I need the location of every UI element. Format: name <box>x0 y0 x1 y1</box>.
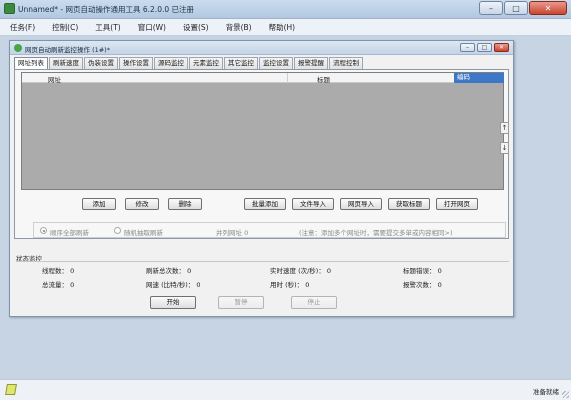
menu-background[interactable]: 背景(B) <box>226 22 252 33</box>
parallel-urls: 并列网址 0 <box>216 229 249 237</box>
resize-grip-icon[interactable] <box>562 391 569 398</box>
add-button[interactable]: 添加 <box>82 198 116 210</box>
status-ready-text: 准备就绪 <box>533 388 559 396</box>
tab-element-monitor[interactable]: 元素监控 <box>189 57 223 69</box>
url-table[interactable]: 网址 标题 编码 <box>21 72 504 190</box>
start-button[interactable]: 开始 <box>150 296 196 309</box>
fetch-title-button[interactable]: 获取标题 <box>388 198 430 210</box>
column-title[interactable]: 标题 <box>317 74 330 84</box>
column-url[interactable]: 网址 <box>48 74 61 84</box>
pencil-icon <box>5 384 17 395</box>
pause-button[interactable]: 暂停 <box>218 296 264 309</box>
tab-refresh-speed[interactable]: 刷新速度 <box>49 57 83 69</box>
menu-settings[interactable]: 设置(S) <box>183 22 209 33</box>
menu-task[interactable]: 任务(F) <box>10 22 35 33</box>
stat-refresh-total: 刷新总次数： 0 <box>146 267 192 275</box>
app-icon <box>4 3 15 14</box>
maximize-button[interactable]: □ <box>504 1 528 15</box>
hint-text: (注意：添加多个网址时，需要提交多单或内容相同>) <box>299 229 453 237</box>
table-header: 网址 标题 编码 <box>22 73 504 84</box>
stop-button[interactable]: 停止 <box>291 296 337 309</box>
stat-alerts: 报警次数： 0 <box>403 281 442 289</box>
menubar: 任务(F) 控制(C) 工具(T) 窗口(W) 设置(S) 背景(B) 帮助(H… <box>0 19 571 36</box>
batch-add-button[interactable]: 批量添加 <box>244 198 286 210</box>
radio-sequential[interactable] <box>40 227 47 234</box>
web-import-button[interactable]: 网页导入 <box>340 198 382 210</box>
app-titlebar[interactable]: Unnamed* - 网页自动操作通用工具 6.2.0.0 已注册 – □ ✕ <box>0 0 571 19</box>
edit-button[interactable]: 修改 <box>125 198 159 210</box>
column-divider <box>287 73 288 83</box>
divider <box>16 261 509 262</box>
stat-threads: 线程数： 0 <box>42 267 75 275</box>
window-controls: – □ ✕ <box>479 1 567 15</box>
monitor-task-window: 网页自动刷新监控操作 (1#)* – □ ✕ 网址列表 刷新速度 伪装设置 操作… <box>9 40 514 317</box>
label-random: 随机抽取刷新 <box>124 229 163 237</box>
menu-help[interactable]: 帮助(H) <box>269 22 296 33</box>
delete-button[interactable]: 删除 <box>168 198 202 210</box>
tab-flow-control[interactable]: 流程控制 <box>329 57 363 69</box>
url-list-panel: 网址 标题 编码 ↑ ↓ 添加 修改 删除 批量添加 文件导入 网页导入 获取标… <box>14 69 509 239</box>
open-page-button[interactable]: 打开网页 <box>436 198 478 210</box>
refresh-mode-options: 顺序全部刷新 随机抽取刷新 并列网址 0 (注意：添加多个网址时，需要提交多单或… <box>33 222 506 238</box>
child-window-controls: – □ ✕ <box>460 43 509 52</box>
app-window: Unnamed* - 网页自动操作通用工具 6.2.0.0 已注册 – □ ✕ … <box>0 0 571 400</box>
tab-other-monitor[interactable]: 其它监控 <box>224 57 258 69</box>
radio-random[interactable] <box>114 227 121 234</box>
close-button[interactable]: ✕ <box>529 1 567 15</box>
stat-total-traffic: 总流量： 0 <box>42 281 75 289</box>
tab-strip: 网址列表 刷新速度 伪装设置 操作设置 源码监控 元素监控 其它监控 监控设置 … <box>14 57 364 70</box>
label-sequential: 顺序全部刷新 <box>50 229 89 237</box>
child-maximize-button[interactable]: □ <box>477 43 492 52</box>
stat-realtime-speed: 实时速度 (次/秒)： 0 <box>270 267 332 275</box>
task-icon <box>14 44 22 52</box>
status-bar: 准备就绪 <box>0 379 571 400</box>
tab-monitor-settings[interactable]: 监控设置 <box>259 57 293 69</box>
tab-action-settings[interactable]: 操作设置 <box>119 57 153 69</box>
move-down-arrow-icon[interactable]: ↓ <box>500 142 509 154</box>
column-encoding[interactable]: 编码 <box>454 73 504 83</box>
stat-speed: 网速 (比特/秒)： 0 <box>146 281 201 289</box>
menu-control[interactable]: 控制(C) <box>52 22 78 33</box>
child-close-button[interactable]: ✕ <box>494 43 509 52</box>
minimize-button[interactable]: – <box>479 1 503 15</box>
menu-tools[interactable]: 工具(T) <box>95 22 120 33</box>
child-minimize-button[interactable]: – <box>460 43 475 52</box>
move-up-arrow-icon[interactable]: ↑ <box>500 122 509 134</box>
stat-title-errors: 标题错误： 0 <box>403 267 442 275</box>
menu-window[interactable]: 窗口(W) <box>138 22 166 33</box>
tab-source-monitor[interactable]: 源码监控 <box>154 57 188 69</box>
tab-disguise-settings[interactable]: 伪装设置 <box>84 57 118 69</box>
child-title: 网页自动刷新监控操作 (1#)* <box>25 46 110 54</box>
child-titlebar[interactable]: 网页自动刷新监控操作 (1#)* – □ ✕ <box>10 41 513 55</box>
tab-alarm-reminder[interactable]: 报警提醒 <box>294 57 328 69</box>
app-title: Unnamed* - 网页自动操作通用工具 6.2.0.0 已注册 <box>18 5 195 14</box>
stat-elapsed: 用时 (秒)： 0 <box>270 281 310 289</box>
file-import-button[interactable]: 文件导入 <box>292 198 334 210</box>
